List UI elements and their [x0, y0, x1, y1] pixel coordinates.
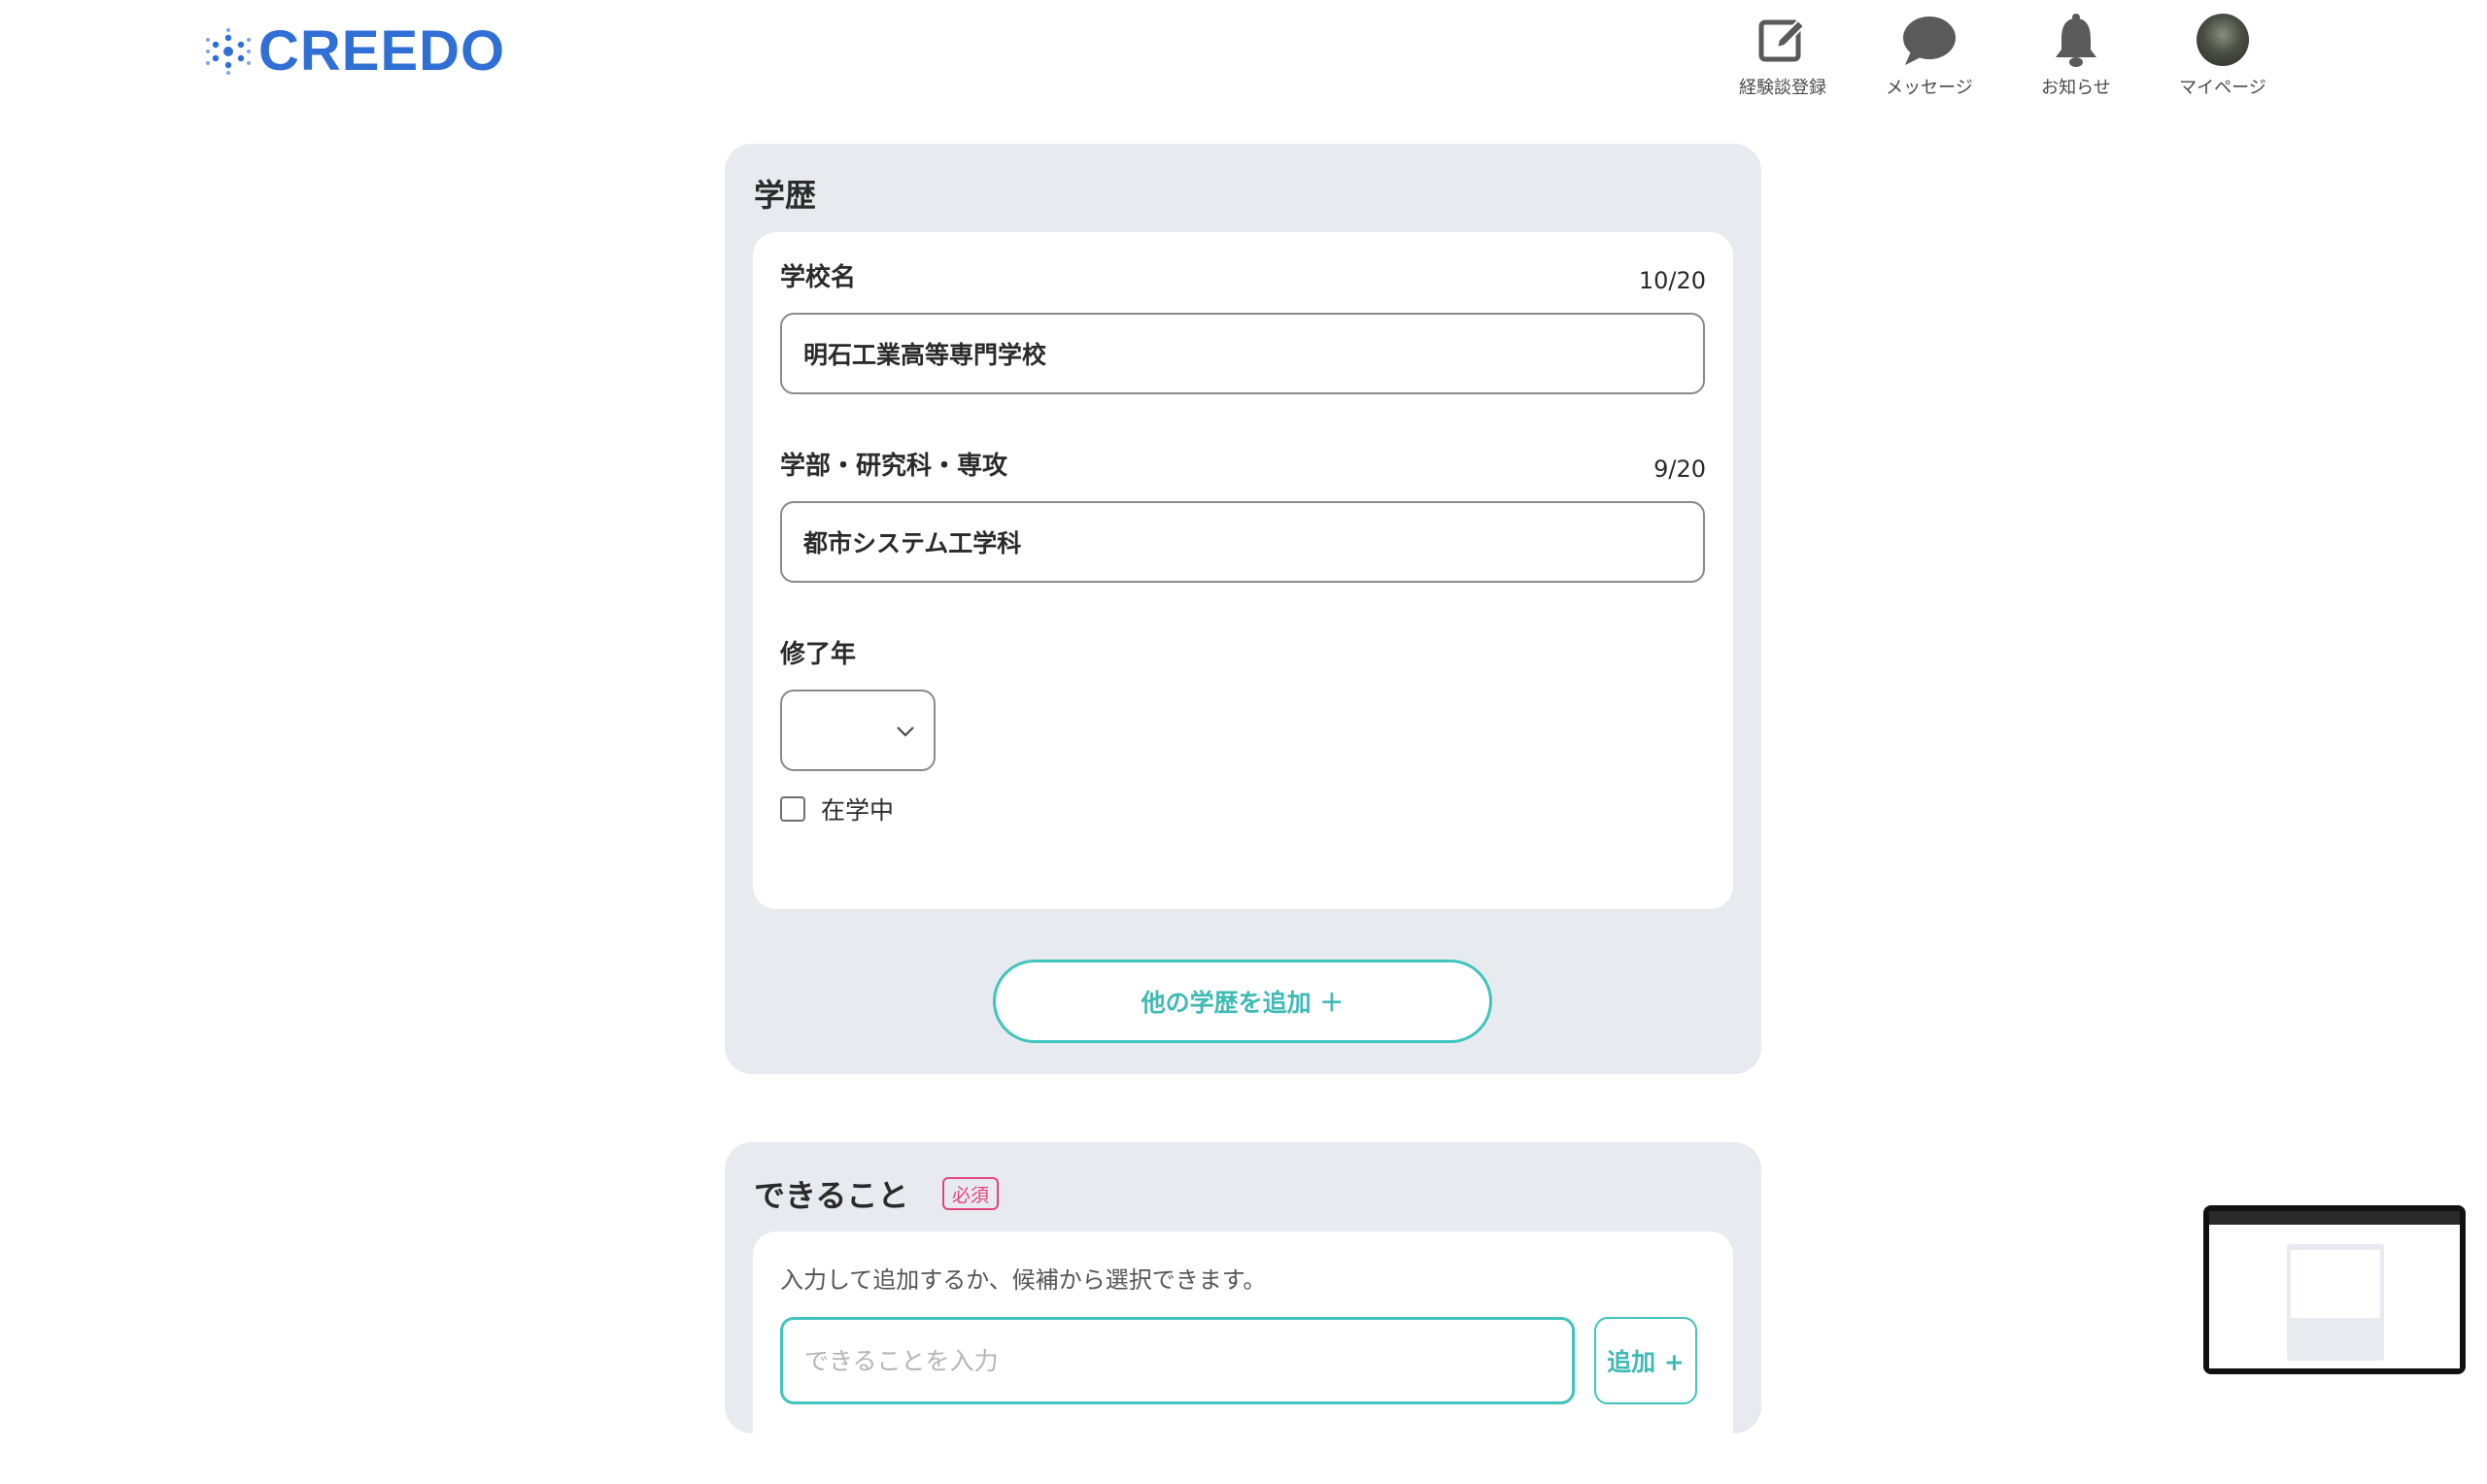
add-education-button[interactable]: 他の学歴を追加 ＋	[993, 960, 1492, 1043]
screenshot-thumbnail[interactable]	[2203, 1205, 2466, 1374]
skills-hint: 入力して追加するか、候補から選択できます。	[780, 1266, 1267, 1294]
skill-input[interactable]	[780, 1317, 1575, 1404]
creedo-logo[interactable]: CREEDO	[204, 23, 505, 80]
skills-section: できること 必須 入力して追加するか、候補から選択できます。 追加 +	[725, 1142, 1761, 1484]
nav-label: お知らせ	[2041, 78, 2111, 98]
nav-label: マイページ	[2179, 78, 2266, 98]
nav-mypage[interactable]: マイページ	[2150, 12, 2296, 99]
thumbnail-toolbar	[2209, 1211, 2460, 1225]
school-name-label: 学校名	[780, 263, 857, 292]
enrolled-checkbox[interactable]	[780, 796, 805, 822]
avatar	[2197, 14, 2249, 66]
logo-text: CREEDO	[258, 19, 506, 83]
nav-label: 経験談登録	[1739, 78, 1826, 98]
section-title: 学歴	[754, 177, 817, 214]
graduation-year-label: 修了年	[780, 640, 857, 669]
nav-messages[interactable]: メッセージ	[1857, 12, 2002, 99]
chevron-down-icon	[897, 726, 914, 737]
education-card: 学校名 10/20 学部・研究科・専攻 9/20 修了年 在学中	[753, 232, 1733, 909]
enrolled-label: 在学中	[821, 796, 895, 825]
graduation-year-select[interactable]	[780, 690, 936, 771]
department-counter: 9/20	[1653, 455, 1706, 483]
thumbnail-inner	[2291, 1250, 2380, 1318]
department-input[interactable]	[780, 501, 1705, 583]
edit-icon	[1755, 12, 1811, 68]
section-title: できること	[754, 1177, 909, 1214]
department-label: 学部・研究科・専攻	[780, 452, 1008, 481]
required-badge: 必須	[942, 1177, 1000, 1210]
add-skill-button[interactable]: 追加 +	[1594, 1317, 1697, 1404]
school-name-counter: 10/20	[1638, 267, 1706, 294]
thumbnail-card	[2287, 1244, 2384, 1361]
thumbnail-preview	[2209, 1211, 2460, 1368]
chat-bubble-icon	[1901, 12, 1958, 68]
nav-notifications[interactable]: お知らせ	[2003, 12, 2149, 99]
nav-label: メッセージ	[1886, 78, 1973, 98]
logo-mark-icon	[206, 28, 251, 75]
education-section: 学歴 学校名 10/20 学部・研究科・専攻 9/20 修了年 在学中 他の学歴…	[725, 144, 1761, 1074]
school-name-input[interactable]	[780, 313, 1705, 394]
enrolled-row[interactable]: 在学中	[780, 792, 894, 826]
skills-card: 入力して追加するか、候補から選択できます。 追加 +	[753, 1231, 1733, 1484]
nav-story-register[interactable]: 経験談登録	[1710, 12, 1856, 99]
bell-icon	[2048, 12, 2104, 68]
